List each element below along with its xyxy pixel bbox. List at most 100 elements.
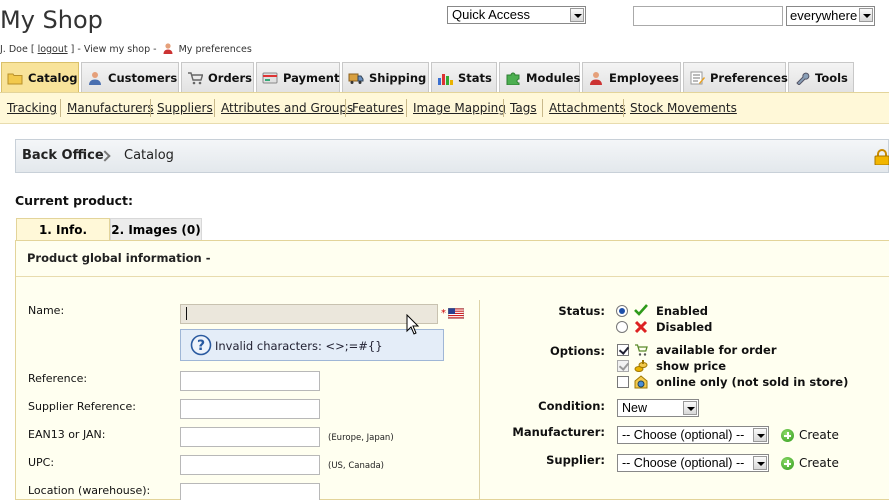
chevron-down-icon[interactable] bbox=[683, 401, 697, 415]
show-price-checkbox[interactable] bbox=[617, 360, 629, 372]
check-icon bbox=[634, 304, 648, 316]
reference-input[interactable] bbox=[180, 371, 320, 391]
search-scope-select[interactable]: everywhere bbox=[786, 6, 875, 26]
chevron-down-icon[interactable] bbox=[859, 8, 873, 22]
tab-employees[interactable]: Employees bbox=[582, 62, 681, 92]
tab-label: Modules bbox=[526, 71, 581, 85]
tab-label: Catalog bbox=[28, 71, 78, 85]
reference-label: Reference: bbox=[28, 372, 88, 385]
condition-select[interactable]: New bbox=[617, 399, 699, 417]
subnav-features[interactable]: Features bbox=[352, 101, 404, 115]
tooltip-text: Invalid characters: <>;=#{} bbox=[215, 339, 383, 353]
status-disabled-label: Disabled bbox=[656, 320, 713, 334]
subnav-divider bbox=[60, 99, 61, 117]
tab-label: Preferences bbox=[710, 71, 788, 85]
subnav-divider bbox=[503, 99, 504, 117]
subnav-suppliers[interactable]: Suppliers bbox=[157, 101, 213, 115]
catalog-subnav: Tracking Manufacturers Suppliers Attribu… bbox=[0, 92, 889, 124]
logout-link[interactable]: logout bbox=[38, 44, 68, 55]
subnav-divider bbox=[345, 99, 346, 117]
subnav-image-mapping[interactable]: Image Mapping bbox=[413, 101, 506, 115]
upc-hint: (US, Canada) bbox=[328, 461, 384, 471]
user-line: J. Doe [ logout ] - View my shop - My pr… bbox=[0, 43, 252, 55]
subnav-divider bbox=[623, 99, 624, 117]
condition-label: Condition: bbox=[538, 399, 605, 413]
subnav-attachments[interactable]: Attachments bbox=[549, 101, 626, 115]
available-for-order-checkbox[interactable] bbox=[617, 344, 629, 356]
add-icon[interactable] bbox=[781, 429, 794, 442]
subnav-tags[interactable]: Tags bbox=[510, 101, 537, 115]
online-only-checkbox[interactable] bbox=[617, 376, 629, 388]
tab-product-info[interactable]: 1. Info. bbox=[16, 218, 110, 240]
current-product-label: Current product: bbox=[15, 193, 134, 208]
cart-icon bbox=[188, 72, 203, 85]
price-coins-icon bbox=[634, 360, 648, 372]
tab-preferences[interactable]: Preferences bbox=[683, 62, 788, 92]
status-disabled-radio[interactable] bbox=[616, 321, 628, 333]
subnav-divider bbox=[214, 99, 215, 117]
supplier-select[interactable]: -- Choose (optional) -- bbox=[617, 454, 769, 472]
add-icon[interactable] bbox=[781, 457, 794, 470]
payment-card-icon bbox=[262, 72, 278, 84]
create-manufacturer-link[interactable]: Create bbox=[799, 428, 839, 442]
catalog-folder-icon bbox=[7, 73, 23, 85]
supplier-label: Supplier: bbox=[546, 453, 605, 467]
breadcrumb-current: Catalog bbox=[124, 148, 174, 163]
required-marker: * bbox=[441, 308, 446, 319]
tab-label: Employees bbox=[609, 71, 679, 85]
cross-icon bbox=[634, 320, 648, 334]
search-input[interactable] bbox=[633, 6, 783, 26]
my-preferences-link[interactable]: My preferences bbox=[179, 44, 252, 55]
location-input[interactable] bbox=[180, 483, 320, 500]
tab-customers[interactable]: Customers bbox=[81, 62, 179, 92]
tab-stats[interactable]: Stats bbox=[431, 62, 497, 92]
status-enabled-label: Enabled bbox=[656, 304, 709, 318]
shop-title: My Shop bbox=[0, 6, 103, 34]
lock-icon[interactable] bbox=[874, 149, 889, 165]
tab-modules[interactable]: Modules bbox=[499, 62, 580, 92]
breadcrumb: Back Office Catalog bbox=[15, 139, 889, 173]
manufacturer-value: -- Choose (optional) -- bbox=[622, 428, 745, 442]
subnav-tracking[interactable]: Tracking bbox=[7, 101, 57, 115]
ean13-label: EAN13 or JAN: bbox=[28, 428, 106, 441]
main-tabs: Catalog Customers Orders Payment Shippin… bbox=[0, 62, 889, 93]
tab-label: Shipping bbox=[369, 71, 427, 85]
svg-text:?: ? bbox=[197, 338, 205, 354]
tab-label: Customers bbox=[108, 71, 178, 85]
ean13-input[interactable] bbox=[180, 427, 320, 447]
text-caret bbox=[186, 307, 187, 320]
view-shop-link[interactable]: View my shop bbox=[84, 44, 150, 55]
chevron-down-icon[interactable] bbox=[753, 456, 767, 470]
create-supplier-link[interactable]: Create bbox=[799, 456, 839, 470]
upc-input[interactable] bbox=[180, 455, 320, 475]
tab-catalog[interactable]: Catalog bbox=[1, 62, 79, 93]
subnav-attributes-groups[interactable]: Attributes and Groups bbox=[221, 101, 353, 115]
truck-icon bbox=[348, 73, 364, 84]
status-enabled-radio[interactable] bbox=[616, 305, 628, 317]
cart-add-icon bbox=[635, 344, 648, 356]
upc-label: UPC: bbox=[28, 456, 55, 469]
manufacturer-label: Manufacturer: bbox=[512, 425, 605, 439]
options-label: Options: bbox=[550, 344, 605, 358]
section-divider bbox=[16, 276, 889, 277]
supplier-reference-input[interactable] bbox=[180, 399, 320, 419]
bar-chart-icon bbox=[438, 74, 453, 85]
manufacturer-select[interactable]: -- Choose (optional) -- bbox=[617, 426, 769, 444]
supplier-value: -- Choose (optional) -- bbox=[622, 456, 745, 470]
user-icon bbox=[163, 43, 173, 54]
tab-orders[interactable]: Orders bbox=[181, 62, 254, 92]
chevron-down-icon[interactable] bbox=[753, 428, 767, 442]
chevron-down-icon[interactable] bbox=[570, 8, 584, 22]
tab-shipping[interactable]: Shipping bbox=[342, 62, 429, 92]
tab-tools[interactable]: Tools bbox=[788, 62, 854, 92]
quick-access-select[interactable]: Quick Access bbox=[447, 6, 586, 24]
tab-product-images[interactable]: 2. Images (0) bbox=[110, 218, 202, 240]
subnav-manufacturers[interactable]: Manufacturers bbox=[67, 101, 154, 115]
subnav-stock-movements[interactable]: Stock Movements bbox=[630, 101, 737, 115]
name-input[interactable] bbox=[180, 304, 438, 324]
supplier-reference-label: Supplier Reference: bbox=[28, 400, 136, 413]
breadcrumb-home[interactable]: Back Office bbox=[22, 148, 104, 163]
search-scope-value: everywhere bbox=[790, 8, 858, 23]
tab-payment[interactable]: Payment bbox=[256, 62, 340, 92]
wrench-icon bbox=[796, 72, 810, 85]
